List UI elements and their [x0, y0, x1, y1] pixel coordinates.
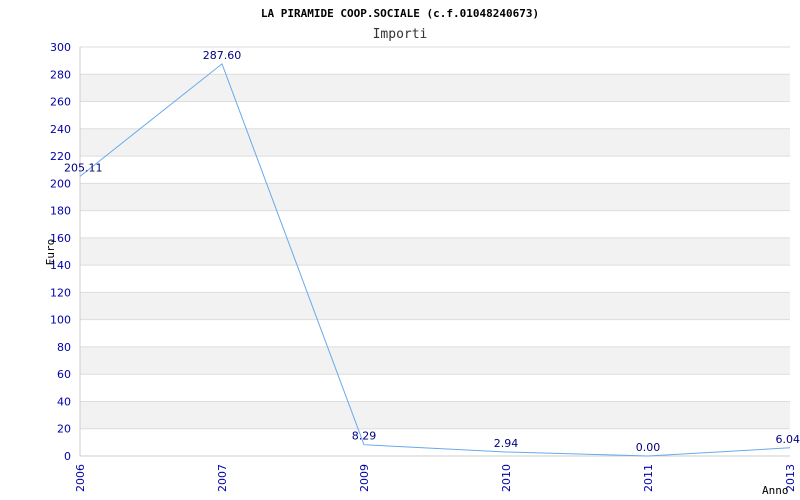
- y-tick-label: 300: [50, 41, 71, 54]
- y-axis-title: Euro: [44, 239, 57, 266]
- y-tick-label: 20: [57, 423, 71, 436]
- x-tick-label: 2009: [358, 464, 371, 492]
- plot-band: [80, 292, 790, 320]
- plot-band: [80, 346, 790, 375]
- data-label: 0.00: [636, 441, 661, 454]
- data-label: 2.94: [494, 437, 519, 450]
- y-tick-label: 240: [50, 123, 71, 136]
- plot-band: [80, 237, 790, 266]
- y-tick-label: 0: [64, 450, 71, 463]
- y-tick-label: 280: [50, 68, 71, 81]
- y-tick-label: 120: [50, 286, 71, 299]
- x-tick-label: 2007: [216, 464, 229, 492]
- y-tick-label: 180: [50, 205, 71, 218]
- data-label: 287.60: [203, 49, 242, 62]
- plot-band: [80, 74, 790, 102]
- x-axis-title: Anno: [762, 484, 789, 497]
- plot-band: [80, 128, 790, 157]
- line-chart: 0204060801001201401601802002202402602803…: [44, 7, 800, 497]
- y-tick-label: 80: [57, 341, 71, 354]
- plot-bands: [80, 74, 790, 429]
- y-tick-label: 40: [57, 395, 71, 408]
- y-tick-label: 260: [50, 96, 71, 109]
- y-tick-label: 200: [50, 177, 71, 190]
- x-tick-label: 2011: [642, 464, 655, 492]
- chart-subtitle: Importi: [373, 27, 428, 42]
- data-label: 6.04: [776, 433, 800, 446]
- x-tick-label: 2010: [500, 464, 513, 492]
- data-label: 205.11: [64, 161, 103, 174]
- chart-title: LA PIRAMIDE COOP.SOCIALE (c.f.0104824067…: [261, 7, 539, 20]
- x-tick-label: 2006: [74, 464, 87, 492]
- y-tick-label: 60: [57, 368, 71, 381]
- plot-band: [80, 183, 790, 211]
- plot-band: [80, 401, 790, 429]
- x-tick-labels: 2006 2007 2009 2010 2011 2013: [74, 464, 797, 492]
- y-tick-label: 100: [50, 314, 71, 327]
- data-label: 8.29: [352, 430, 377, 443]
